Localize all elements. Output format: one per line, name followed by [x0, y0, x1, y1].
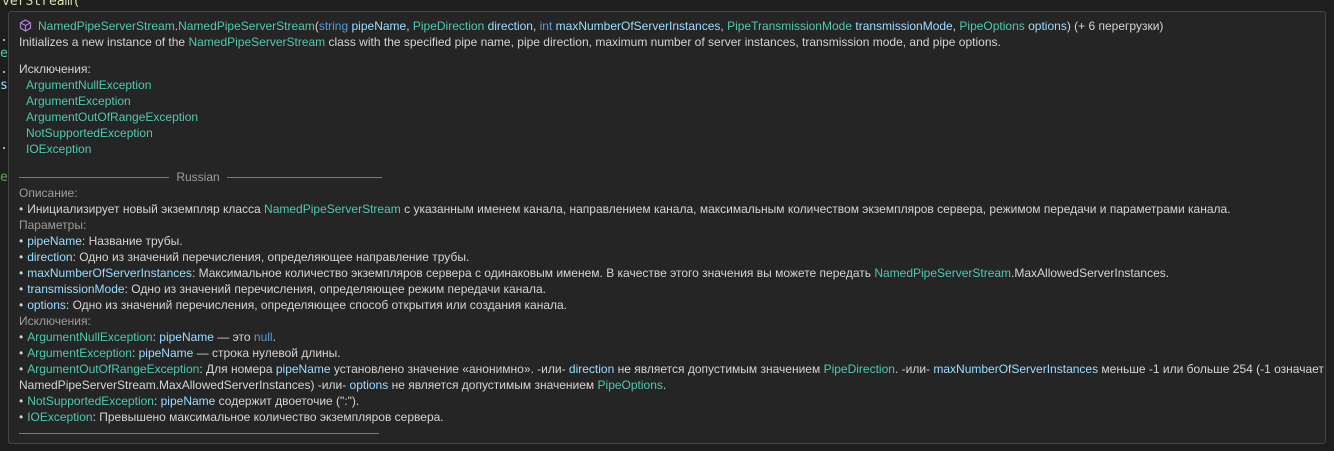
param-name: pipeName: [351, 19, 407, 33]
param-type-link[interactable]: PipeDirection: [413, 19, 484, 33]
method-name: NamedPipeServerStream: [178, 19, 315, 33]
exception-doc: • NotSupportedException: pipeName содержи…: [19, 394, 360, 408]
exception-doc: • IOException: Превышено максимальное кол…: [19, 410, 444, 424]
exception-doc: • ArgumentNullException: pipeName — это n…: [19, 330, 276, 344]
ru-exceptions-header: Исключения:: [19, 314, 91, 328]
gutter-fragment: s: [0, 78, 8, 93]
method-signature: NamedPipeServerStream.NamedPipeServerStr…: [19, 18, 1317, 34]
exception-link[interactable]: ArgumentException: [26, 94, 131, 108]
param-type-link[interactable]: PipeTransmissionMode: [727, 19, 852, 33]
gutter-fragment: .: [0, 138, 8, 153]
param-name: maxNumberOfServerInstances: [555, 19, 721, 33]
quickinfo-tooltip: NamedPipeServerStream.NamedPipeServerStr…: [8, 11, 1326, 444]
exceptions-header: Исключения:: [19, 62, 91, 76]
param-name: options: [1028, 19, 1067, 33]
summary-text: Initializes a new instance of the NamedP…: [19, 34, 1317, 50]
exception-link[interactable]: ArgumentNullException: [26, 78, 151, 92]
params-header: Параметры:: [19, 218, 87, 232]
gutter-fragment: e: [0, 46, 8, 61]
param-type-link[interactable]: PipeOptions: [959, 19, 1024, 33]
exception-doc: • ArgumentException: pipeName — строка ну…: [19, 346, 341, 360]
tooltip-content: NamedPipeServerStream.NamedPipeServerStr…: [19, 18, 1324, 441]
gutter-fragment: .: [0, 62, 8, 77]
param-doc: • options: Одно из значений перечисления,…: [19, 298, 568, 312]
summary-prefix: Initializes a new instance of the: [19, 35, 189, 49]
summary-suffix: class with the specified pipe name, pipe…: [325, 35, 1001, 49]
param-separator: ,: [532, 19, 540, 33]
overload-count: (+ 6 перегрузки): [1070, 19, 1164, 33]
separator-label: Russian: [176, 170, 220, 184]
exception-link[interactable]: NotSupportedException: [26, 126, 153, 140]
param-name: direction: [487, 19, 533, 33]
description-text: • Инициализирует новый экземпляр класса N…: [19, 202, 1231, 216]
bottom-separator: [19, 425, 1317, 441]
separator-line: [227, 177, 383, 179]
owner-class-link[interactable]: NamedPipeServerStream: [38, 19, 175, 33]
description-class-link[interactable]: NamedPipeServerStream: [264, 202, 401, 216]
param-doc-class-link[interactable]: NamedPipeServerStream: [874, 266, 1011, 280]
param-name: transmissionMode: [855, 19, 953, 33]
separator-line: [19, 177, 169, 179]
param-type: int: [539, 19, 553, 33]
param-doc: • transmissionMode: Одно из значений пере…: [19, 282, 547, 296]
param-type: string: [318, 19, 349, 33]
exception-link[interactable]: IOException: [26, 142, 91, 156]
separator-line: [19, 433, 379, 435]
gutter-fragment: e: [0, 170, 8, 185]
param-doc: • direction: Одно из значений перечислени…: [19, 250, 470, 264]
exception-doc-continued: NamedPipeServerStream.MaxAllowedServerIn…: [19, 378, 667, 392]
description-header: Описание:: [19, 186, 78, 200]
summary-class-link[interactable]: NamedPipeServerStream: [188, 35, 325, 49]
code-fragment: verStream(: [2, 0, 81, 9]
language-separator: Russian: [19, 169, 1317, 185]
param-doc: • maxNumberOfServerInstances: Максимально…: [19, 266, 1170, 280]
param-separator: ,: [406, 19, 413, 33]
method-cube-icon: [19, 19, 32, 32]
gutter-fragment: .: [0, 30, 8, 45]
exception-doc: • ArgumentOutOfRangeException: Для номера…: [19, 362, 1324, 376]
param-doc: • pipeName: Название трубы.: [19, 234, 183, 248]
exception-link[interactable]: ArgumentOutOfRangeException: [26, 110, 198, 124]
